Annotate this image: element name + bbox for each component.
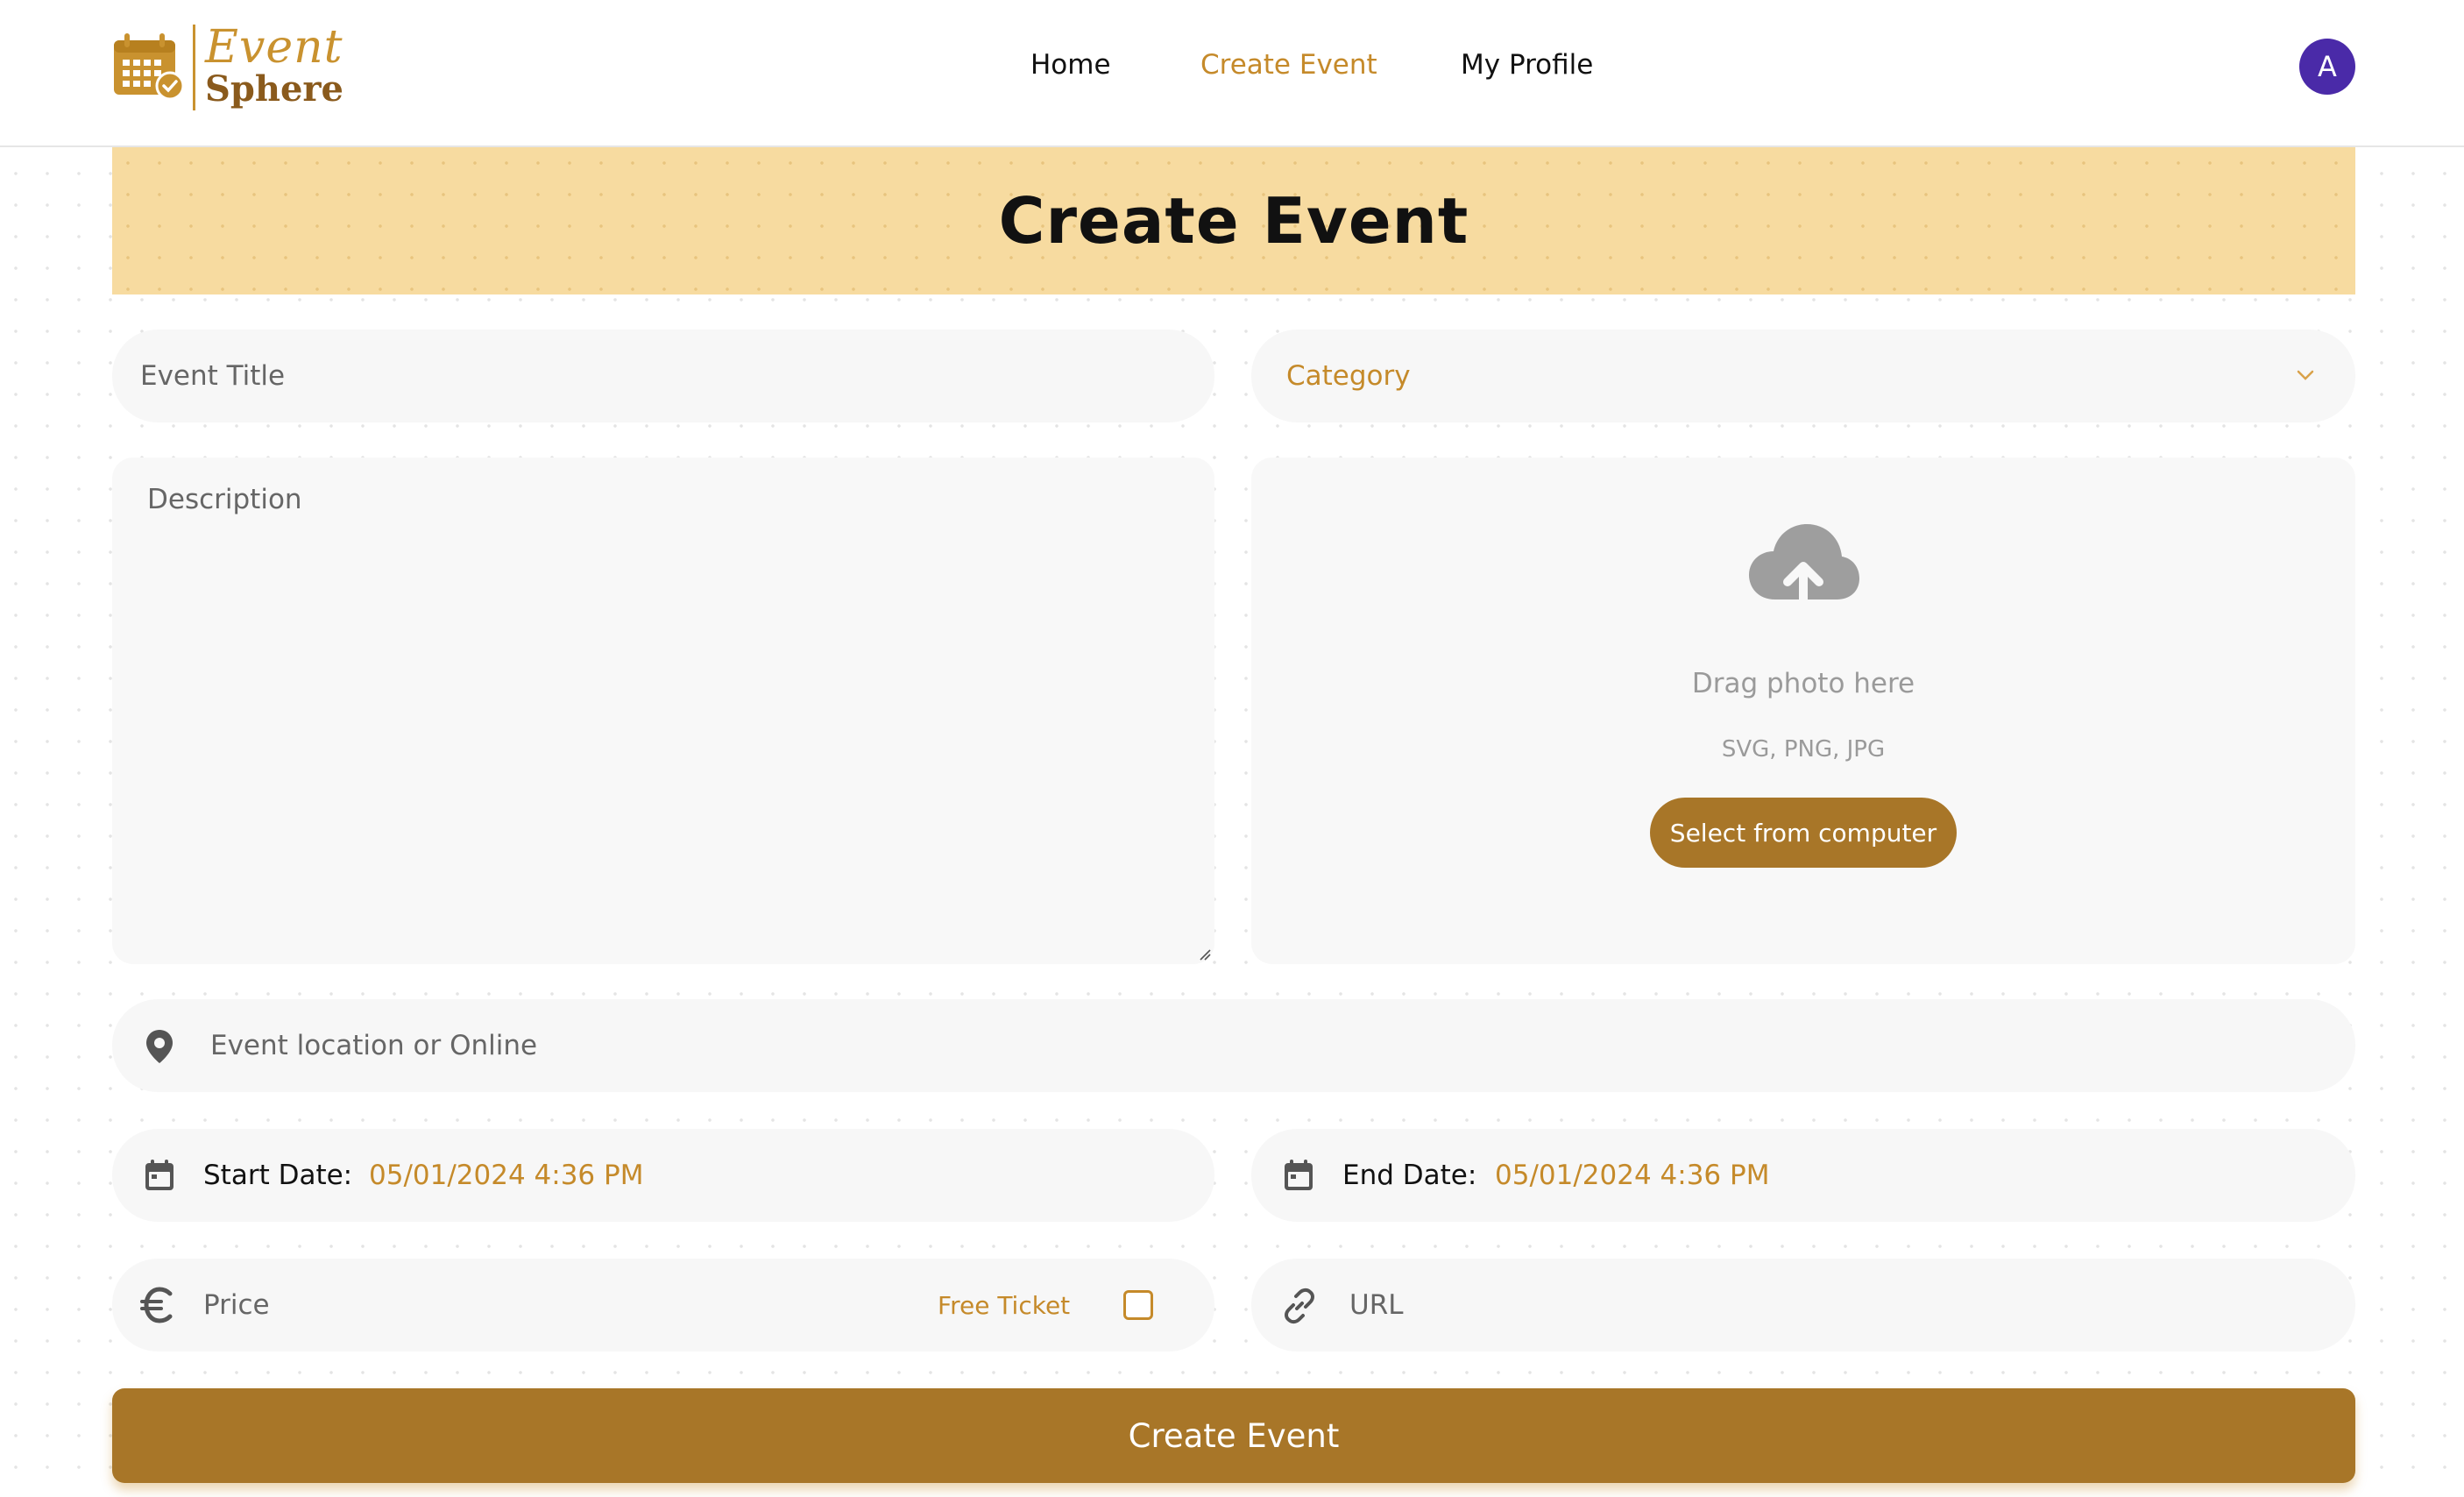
select-from-computer-button[interactable]: Select from computer <box>1650 798 1957 868</box>
event-location-placeholder: Event location or Online <box>210 1030 538 1061</box>
free-ticket-label[interactable]: Free Ticket <box>938 1291 1070 1320</box>
price-placeholder: Price <box>203 1289 270 1321</box>
top-navbar: Event Sphere Home Create Event My Profil… <box>0 0 2464 147</box>
nav-my-profile[interactable]: My Profile <box>1461 49 1593 81</box>
chevron-down-icon <box>2297 370 2314 380</box>
description-placeholder: Description <box>147 484 302 515</box>
page-title: Create Event <box>998 184 1469 258</box>
category-select[interactable]: Category <box>1251 330 2355 422</box>
url-input[interactable]: URL <box>1251 1259 2355 1352</box>
resize-handle-icon[interactable] <box>1199 948 1211 961</box>
nav-home[interactable]: Home <box>1030 49 1111 81</box>
main-nav: Home Create Event My Profile <box>0 49 2464 93</box>
link-icon <box>1285 1288 1314 1324</box>
end-date-value[interactable]: 05/01/2024 4:36 PM <box>1495 1160 1769 1191</box>
location-pin-icon <box>146 1030 173 1063</box>
description-textarea[interactable]: Description <box>112 458 1214 964</box>
start-date-value[interactable]: 05/01/2024 4:36 PM <box>369 1160 643 1191</box>
euro-icon <box>140 1287 173 1323</box>
url-placeholder: URL <box>1349 1289 1404 1321</box>
event-title-input[interactable]: Event Title <box>112 330 1214 422</box>
upload-drag-text: Drag photo here <box>1691 668 1915 699</box>
nav-create-event[interactable]: Create Event <box>1200 49 1377 81</box>
end-date-label: End Date: <box>1342 1160 1477 1191</box>
category-placeholder: Category <box>1286 360 1411 392</box>
event-title-placeholder: Event Title <box>140 360 286 392</box>
photo-upload-area[interactable]: Drag photo here SVG, PNG, JPG <box>1251 458 2355 964</box>
event-location-input[interactable]: Event location or Online <box>112 999 2355 1092</box>
price-input[interactable]: Price Free Ticket <box>112 1259 1214 1352</box>
calendar-icon <box>145 1160 173 1190</box>
user-avatar[interactable]: A <box>2299 39 2355 95</box>
end-date-field[interactable]: End Date: 05/01/2024 4:36 PM <box>1251 1129 2355 1222</box>
cloud-upload-icon <box>1749 524 1859 614</box>
free-ticket-checkbox[interactable] <box>1123 1290 1153 1320</box>
start-date-field[interactable]: Start Date: 05/01/2024 4:36 PM <box>112 1129 1214 1222</box>
calendar-icon <box>1285 1160 1313 1190</box>
upload-formats-text: SVG, PNG, JPG <box>1721 736 1886 763</box>
start-date-label: Start Date: <box>203 1160 353 1191</box>
create-event-submit-button[interactable]: Create Event <box>112 1388 2355 1483</box>
page-banner: Create Event <box>112 147 2355 294</box>
